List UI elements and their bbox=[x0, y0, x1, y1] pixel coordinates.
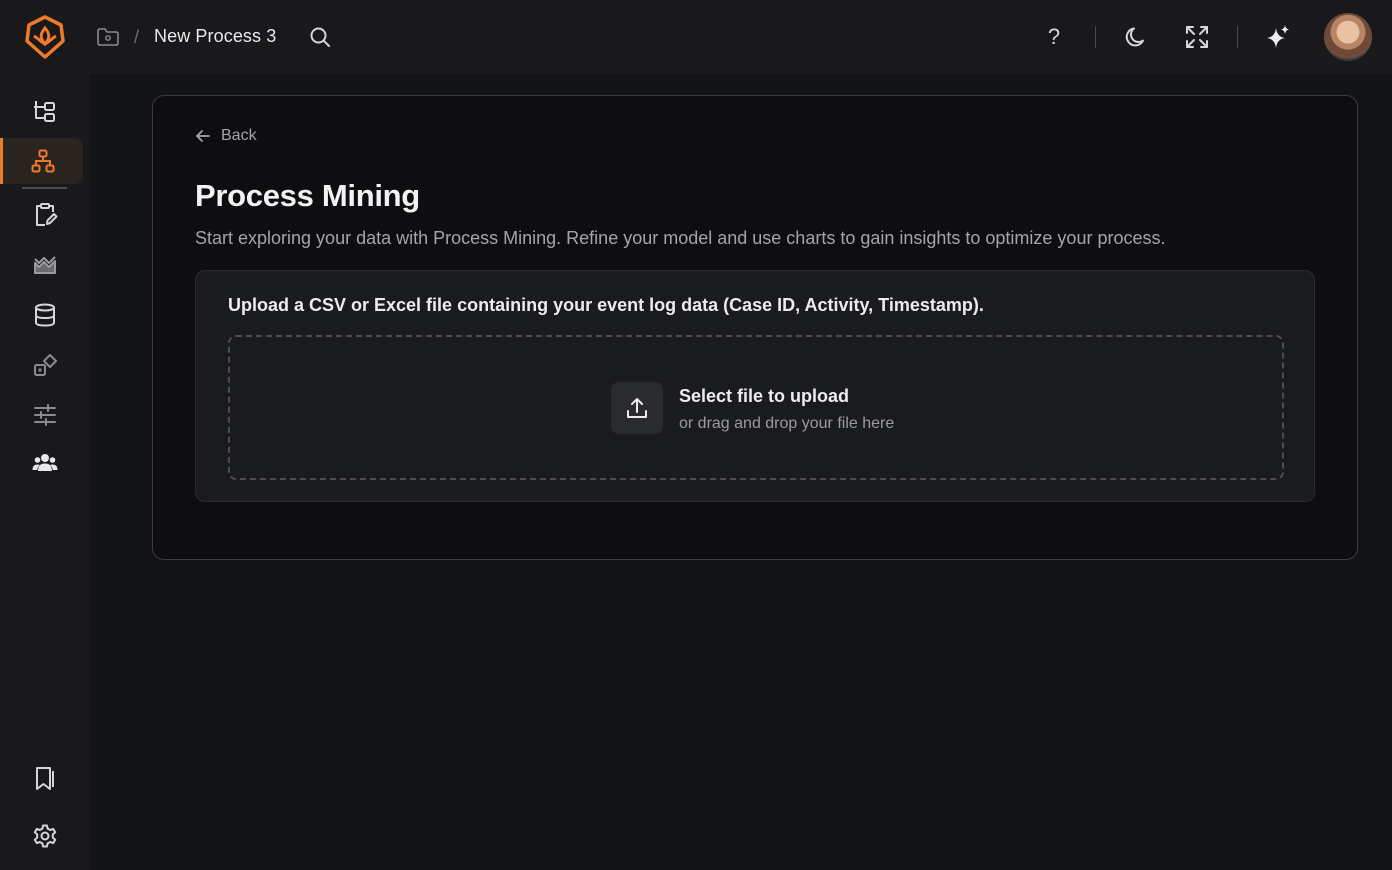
process-title[interactable]: New Process 3 bbox=[154, 26, 276, 47]
avatar[interactable] bbox=[1324, 13, 1372, 61]
back-button[interactable]: Back bbox=[195, 126, 257, 146]
mountain-chart-icon bbox=[34, 256, 56, 274]
back-label: Back bbox=[221, 127, 257, 144]
sidebar-item-structure[interactable] bbox=[0, 88, 90, 134]
help-button[interactable]: ? bbox=[1040, 22, 1068, 52]
sidebar-item-integrations[interactable] bbox=[0, 342, 90, 388]
folder-icon[interactable] bbox=[96, 26, 120, 48]
upload-panel: Upload a CSV or Excel file containing yo… bbox=[195, 270, 1315, 502]
search-icon[interactable] bbox=[308, 25, 332, 49]
header-divider bbox=[1237, 26, 1238, 48]
sidebar-item-data[interactable] bbox=[0, 292, 90, 338]
users-icon bbox=[32, 454, 58, 471]
header-divider bbox=[1095, 26, 1096, 48]
page-title: Process Mining bbox=[195, 178, 420, 213]
sidebar bbox=[0, 74, 90, 870]
sidebar-item-analytics[interactable] bbox=[0, 242, 90, 288]
select-file-label[interactable]: Select file to upload bbox=[679, 386, 849, 407]
process-mining-card: Back Process Mining Start exploring your… bbox=[152, 95, 1358, 560]
shapes-icon bbox=[34, 354, 57, 376]
clipboard-edit-icon bbox=[36, 203, 58, 226]
sidebar-item-settings[interactable] bbox=[0, 813, 90, 859]
sidebar-item-bookmarks[interactable] bbox=[0, 755, 90, 801]
sliders-icon bbox=[34, 404, 56, 426]
page-description: Start exploring your data with Process M… bbox=[195, 228, 1166, 248]
fullscreen-icon[interactable] bbox=[1183, 23, 1211, 51]
sparkle-icon[interactable] bbox=[1263, 22, 1293, 52]
sidebar-item-team[interactable] bbox=[0, 440, 90, 486]
sidebar-item-tasks[interactable] bbox=[0, 192, 90, 238]
bookmarks-icon bbox=[36, 767, 54, 790]
breadcrumb-separator: / bbox=[134, 27, 140, 47]
file-dropzone[interactable]: Select file to upload or drag and drop y… bbox=[228, 335, 1284, 480]
sidebar-item-settings-sliders[interactable] bbox=[0, 392, 90, 438]
tree-structure-icon bbox=[34, 101, 55, 122]
app-logo-icon[interactable] bbox=[24, 14, 66, 60]
arrow-left-icon bbox=[196, 130, 210, 142]
hierarchy-icon bbox=[31, 149, 55, 173]
database-icon bbox=[35, 303, 55, 327]
upload-button[interactable] bbox=[611, 382, 663, 434]
upload-icon bbox=[627, 398, 647, 418]
moon-icon[interactable] bbox=[1124, 24, 1150, 50]
gear-icon bbox=[33, 824, 57, 848]
upload-instructions: Upload a CSV or Excel file containing yo… bbox=[228, 295, 984, 315]
sidebar-item-process-mining[interactable] bbox=[0, 138, 83, 189]
drag-drop-hint: or drag and drop your file here bbox=[679, 415, 895, 432]
top-bar: / New Process 3 ? bbox=[0, 0, 1392, 74]
